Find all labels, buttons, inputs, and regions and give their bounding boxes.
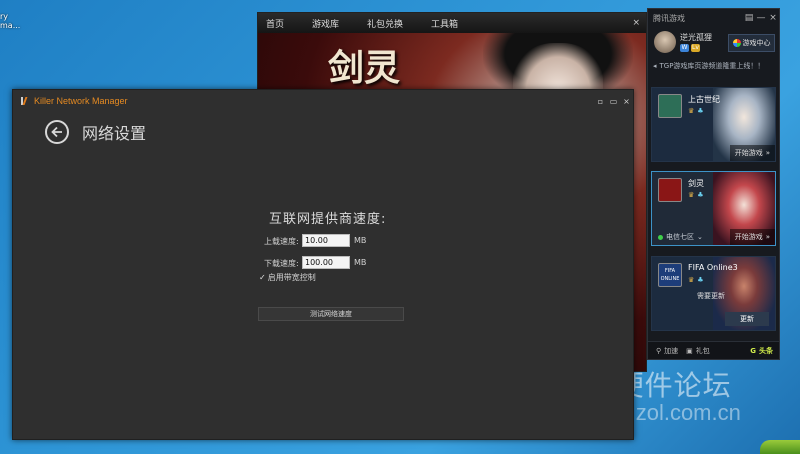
- headlines-label: 头条: [759, 346, 773, 355]
- gift-label: 礼包: [695, 346, 710, 355]
- bandwidth-control-label: 启用带宽控制: [267, 273, 316, 282]
- panel-titlebar: 腾讯游戏 ▤ — ×: [648, 9, 779, 27]
- test-network-speed-button[interactable]: 测试网络速度: [258, 307, 404, 321]
- desktop-shortcut-label-2: ma...: [0, 21, 21, 30]
- desktop-shortcut-label-1: ry: [0, 12, 9, 21]
- blade-and-soul-logo-icon: [658, 178, 682, 202]
- download-speed-input[interactable]: [302, 256, 350, 269]
- gift-icon: ▣: [686, 346, 693, 355]
- download-unit: MB: [354, 258, 367, 267]
- speed-boost-label: 加速: [664, 346, 679, 355]
- nav-tab-toolbox[interactable]: 工具箱: [431, 17, 458, 30]
- game-name: 上古世纪: [688, 95, 720, 104]
- menu-icon[interactable]: ▤: [743, 13, 755, 23]
- isp-speed-heading: 互联网提供商速度:: [269, 212, 387, 227]
- upload-speed-label: 上载速度:: [264, 237, 299, 246]
- boost-icon: ♣: [697, 107, 704, 115]
- server-name: 电信七区: [666, 233, 694, 241]
- close-icon[interactable]: ×: [632, 18, 640, 28]
- boost-icon: ♣: [697, 191, 704, 199]
- page-title: 网络设置: [82, 124, 147, 143]
- start-game-button[interactable]: 开始游戏 »: [729, 229, 775, 245]
- fifa-logo-icon: FIFA ONLINE: [658, 263, 682, 287]
- killer-network-manager-window: Killer Network Manager ▫ ▭ × 网络设置 互联网提供商…: [12, 89, 634, 440]
- minimize-icon[interactable]: ▫: [594, 97, 607, 106]
- crown-icon: ♛: [688, 276, 695, 284]
- level-badge-icon: Lv: [691, 44, 700, 52]
- bandwidth-control-checkbox[interactable]: ✓ 启用带宽控制: [259, 272, 316, 283]
- gift-button[interactable]: ▣ 礼包: [686, 346, 710, 356]
- game-card-blade-and-soul[interactable]: 剑灵 ♛ ♣ 电信七区 ⌄ 开始游戏 »: [651, 171, 776, 246]
- game-tags: ♛ ♣: [688, 276, 704, 284]
- banner-title: 剑灵: [328, 47, 401, 89]
- start-game-label: 开始游戏: [734, 149, 763, 157]
- close-icon[interactable]: ×: [767, 13, 779, 23]
- tencent-game-panel: 腾讯游戏 ▤ — × 逆光孤狸 W Lv 游戏中心 ◂ TGP游戏库页游频道隆重…: [647, 8, 780, 360]
- close-icon[interactable]: ×: [620, 97, 633, 106]
- checkmark-icon: ✓: [259, 273, 266, 282]
- game-browser-nav: 首页 游戏库 礼包兑换 工具箱 ×: [258, 13, 646, 33]
- notice-bar[interactable]: ◂ TGP游戏库页游频道隆重上线！！: [648, 59, 779, 73]
- username: 逆光孤狸: [680, 33, 712, 42]
- game-name: 剑灵: [688, 179, 704, 188]
- rocket-icon: ⚲: [656, 346, 662, 355]
- server-select[interactable]: 电信七区 ⌄: [658, 232, 703, 242]
- chevron-down-icon: ⌄: [697, 233, 703, 241]
- crown-icon: ♛: [688, 107, 695, 115]
- update-button[interactable]: 更新: [725, 312, 769, 326]
- user-badges: W Lv: [680, 44, 700, 52]
- headlines-logo-icon: G: [750, 346, 756, 355]
- boost-icon: ♣: [697, 276, 704, 284]
- archeage-logo-icon: [658, 94, 682, 118]
- start-game-label: 开始游戏: [734, 233, 763, 241]
- notice-text: TGP游戏库页游频道隆重上线！！: [659, 62, 765, 70]
- avatar[interactable]: [654, 31, 676, 53]
- headlines-button[interactable]: G 头条: [750, 346, 773, 356]
- chevron-right-icon: »: [765, 233, 770, 241]
- vip-badge-icon: W: [680, 44, 689, 52]
- game-card-archeage[interactable]: 上古世纪 ♛ ♣ 开始游戏 »: [651, 87, 776, 162]
- game-card-fifa-online3[interactable]: FIFA ONLINE FIFA Online3 ♛ ♣ 需要更新 更新: [651, 256, 776, 331]
- server-status-icon: [658, 234, 663, 240]
- panel-bottom-bar: ⚲ 加速 ▣ 礼包 G 头条: [648, 341, 779, 359]
- taskbar-corner: [760, 440, 800, 454]
- app-title: Killer Network Manager: [34, 96, 128, 106]
- game-center-label: 游戏中心: [742, 39, 771, 47]
- start-game-button[interactable]: 开始游戏 »: [729, 145, 775, 161]
- nav-tab-game-library[interactable]: 游戏库: [312, 17, 339, 30]
- download-speed-label: 下载速度:: [264, 259, 299, 268]
- crown-icon: ♛: [688, 191, 695, 199]
- panel-title: 腾讯游戏: [653, 13, 685, 23]
- speed-boost-button[interactable]: ⚲ 加速: [656, 346, 678, 356]
- game-center-button[interactable]: 游戏中心: [728, 34, 775, 52]
- chevron-right-icon: »: [765, 149, 770, 157]
- upload-speed-input[interactable]: [302, 234, 350, 247]
- nav-tab-home[interactable]: 首页: [266, 17, 284, 30]
- minimize-icon[interactable]: —: [755, 13, 767, 23]
- game-name: FIFA Online3: [688, 263, 738, 272]
- back-button[interactable]: [45, 120, 69, 144]
- game-tags: ♛ ♣: [688, 191, 704, 199]
- game-tags: ♛ ♣: [688, 107, 704, 115]
- maximize-icon[interactable]: ▭: [607, 97, 620, 106]
- game-center-icon: [732, 39, 741, 47]
- nav-tab-gift-exchange[interactable]: 礼包兑换: [367, 17, 403, 30]
- desktop-shortcut[interactable]: ry ma...: [0, 12, 30, 30]
- killer-logo-icon: [20, 96, 30, 106]
- arrow-left-icon: [51, 126, 62, 138]
- window-titlebar[interactable]: Killer Network Manager ▫ ▭ ×: [13, 90, 633, 112]
- speaker-icon: ◂: [653, 62, 657, 70]
- update-status: 需要更新: [697, 292, 725, 300]
- upload-unit: MB: [354, 236, 367, 245]
- user-info: 逆光孤狸 W Lv 游戏中心: [648, 27, 779, 59]
